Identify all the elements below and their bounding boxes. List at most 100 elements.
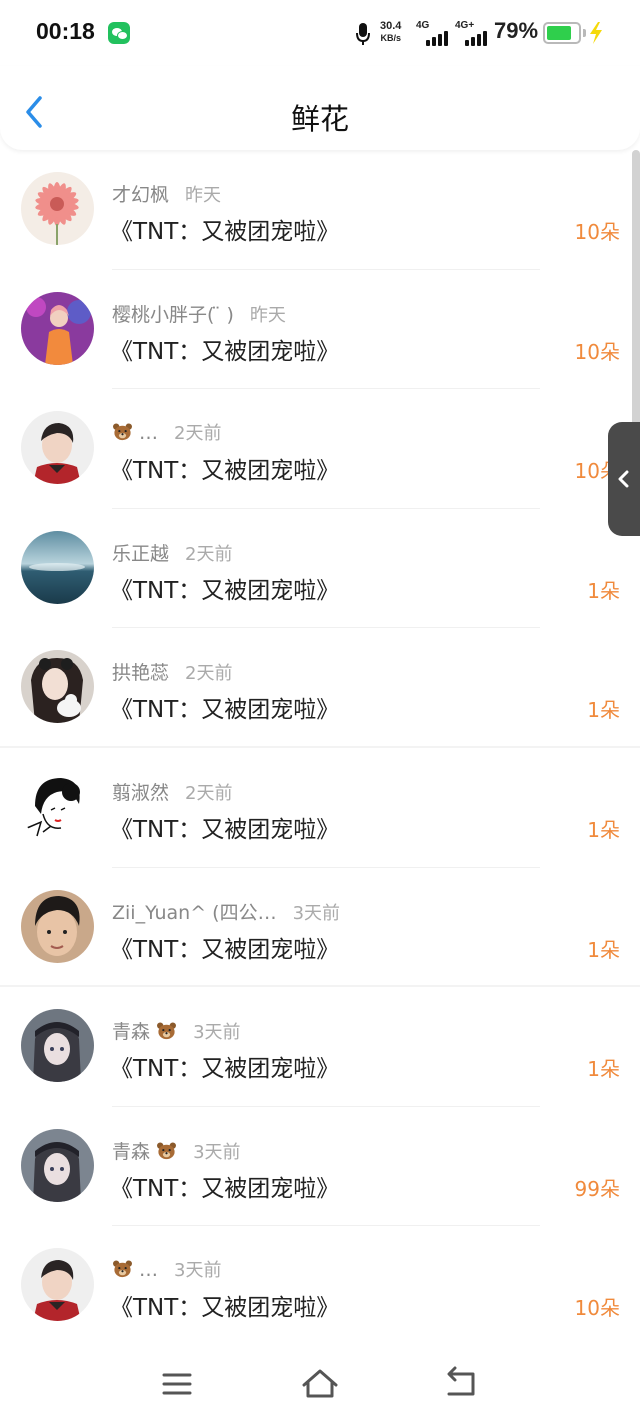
item-time: 2天前: [185, 663, 233, 685]
microphone-icon: [356, 23, 370, 45]
avatar[interactable]: [21, 769, 94, 843]
home-icon: [302, 1369, 338, 1398]
user-name[interactable]: Zii_Yuan^ (四公…: [112, 902, 277, 924]
return-button[interactable]: [443, 1366, 483, 1402]
item-time: 3天前: [292, 902, 341, 924]
flower-gift-list: 才幻枫 昨天 《TNT：又被团宠啦》 10朵 樱桃小胖子( ̈ ) 昨天 《TNT：…: [0, 150, 640, 1346]
bear-emoji-icon: [113, 423, 132, 441]
item-time: 3天前: [193, 1141, 241, 1163]
item-meta: Zii_Yuan^ (四公… 3天前: [112, 898, 340, 925]
wechat-notification-icon: [108, 22, 130, 44]
bear-emoji-icon: [157, 1142, 177, 1159]
avatar[interactable]: [21, 1128, 94, 1202]
item-meta: 翦淑然 2天前: [112, 778, 232, 805]
signal-strength-icon: 4G: [416, 20, 450, 46]
flower-amount: 10朵: [574, 339, 620, 364]
flower-amount: 99朵: [574, 1176, 620, 1201]
item-meta: 青森 3天前: [112, 1137, 241, 1164]
network-speed-value: 30.4: [380, 20, 402, 32]
bear-emoji-icon: [157, 1022, 177, 1040]
page-header: 鲜花: [0, 66, 640, 150]
battery-percent: 79%: [494, 18, 539, 43]
user-name[interactable]: 拱艳蕊: [112, 662, 169, 684]
side-panel-handle[interactable]: [608, 422, 640, 536]
user-name[interactable]: 才幻枫: [112, 184, 169, 206]
scrollbar[interactable]: [632, 150, 640, 450]
book-title: 《TNT：又被团宠啦》: [110, 1175, 340, 1202]
book-title: 《TNT：又被团宠啦》: [110, 458, 340, 485]
item-time: 昨天: [249, 304, 286, 326]
item-time: 昨天: [185, 185, 222, 206]
list-item[interactable]: 青森 3天前 《TNT：又被团宠啦》 99朵: [0, 1107, 640, 1227]
signal-label-2: 4G+: [455, 20, 475, 31]
user-name[interactable]: 樱桃小胖子( ̈ ): [112, 304, 234, 326]
item-meta: 樱桃小胖子( ̈ ) 昨天: [112, 300, 286, 327]
flower-amount: 1朵: [587, 937, 620, 962]
book-title: 《TNT：又被团宠啦》: [110, 338, 340, 365]
list-item[interactable]: 青森 3天前 《TNT：又被团宠啦》 1朵: [0, 987, 640, 1107]
book-title: 《TNT：又被团宠啦》: [110, 1056, 340, 1083]
bear-emoji-icon: [113, 1260, 132, 1278]
network-speed: 30.4 KB/s: [380, 20, 401, 44]
item-meta: 拱艳蕊 2天前: [112, 658, 232, 685]
home-button[interactable]: [300, 1366, 340, 1402]
user-name[interactable]: 翦淑然: [112, 782, 169, 804]
battery-fill: [547, 26, 571, 40]
list-item[interactable]: 乐正越 2天前 《TNT：又被团宠啦》 1朵: [0, 509, 640, 629]
flower-amount: 1朵: [587, 1057, 620, 1082]
chevron-left-icon: [618, 470, 629, 488]
item-meta: … 2天前: [112, 419, 222, 445]
flower-amount: 1朵: [587, 817, 620, 842]
signal-strength-icon-2: 4G+: [455, 20, 489, 46]
user-name[interactable]: …: [139, 422, 158, 444]
user-name[interactable]: 青森: [112, 1021, 150, 1043]
item-time: 3天前: [174, 1260, 222, 1282]
book-title: 《TNT：又被团宠啦》: [110, 219, 340, 245]
book-title: 《TNT：又被团宠啦》: [110, 1295, 340, 1322]
charging-bolt-icon: [590, 22, 602, 44]
user-name[interactable]: 乐正越: [112, 543, 169, 565]
avatar[interactable]: [21, 650, 94, 724]
item-meta: 乐正越 2天前: [112, 539, 232, 566]
signal-label: 4G: [416, 20, 430, 31]
status-bar: 00:18 30.4 KB/s 4G 4G+ 79%: [0, 0, 640, 66]
item-time: 2天前: [174, 423, 222, 445]
avatar[interactable]: [21, 411, 94, 485]
list-item[interactable]: … 2天前 《TNT：又被团宠啦》 10朵: [0, 389, 640, 509]
flower-amount: 1朵: [587, 698, 620, 723]
list-item[interactable]: 樱桃小胖子( ̈ ) 昨天 《TNT：又被团宠啦》 10朵: [0, 270, 640, 390]
avatar[interactable]: [21, 291, 94, 365]
list-item[interactable]: 拱艳蕊 2天前 《TNT：又被团宠啦》 1朵: [0, 628, 640, 748]
network-speed-unit: KB/s: [380, 33, 401, 43]
book-title: 《TNT：又被团宠啦》: [110, 577, 340, 604]
item-meta: 才幻枫 昨天: [112, 180, 221, 207]
flower-amount: 10朵: [574, 220, 620, 244]
battery-icon: [543, 22, 581, 44]
user-name[interactable]: 青森: [112, 1141, 150, 1163]
avatar[interactable]: [21, 1248, 94, 1322]
list-item[interactable]: … 3天前 《TNT：又被团宠啦》 10朵: [0, 1226, 640, 1346]
item-meta: 青森 3天前: [112, 1017, 241, 1044]
flower-amount: 1朵: [587, 578, 620, 603]
list-item[interactable]: Zii_Yuan^ (四公… 3天前 《TNT：又被团宠啦》 1朵: [0, 868, 640, 988]
avatar[interactable]: [21, 172, 94, 245]
user-name[interactable]: …: [139, 1259, 158, 1281]
menu-button[interactable]: [158, 1366, 198, 1402]
book-title: 《TNT：又被团宠啦》: [110, 936, 340, 963]
item-time: 2天前: [185, 782, 233, 804]
system-navigation-bar: [0, 1346, 640, 1422]
return-icon: [447, 1366, 475, 1396]
book-title: 《TNT：又被团宠啦》: [110, 697, 340, 724]
item-time: 2天前: [185, 543, 233, 565]
menu-icon: [162, 1373, 192, 1395]
item-meta: … 3天前: [112, 1256, 222, 1282]
avatar[interactable]: [21, 530, 94, 604]
avatar[interactable]: [21, 1009, 94, 1083]
avatar[interactable]: [21, 889, 94, 963]
item-time: 3天前: [193, 1022, 241, 1044]
flower-amount: 10朵: [574, 1296, 620, 1321]
status-time: 00:18: [36, 18, 95, 44]
book-title: 《TNT：又被团宠啦》: [110, 816, 340, 843]
list-item[interactable]: 才幻枫 昨天 《TNT：又被团宠啦》 10朵: [0, 150, 640, 270]
list-item[interactable]: 翦淑然 2天前 《TNT：又被团宠啦》 1朵: [0, 748, 640, 868]
